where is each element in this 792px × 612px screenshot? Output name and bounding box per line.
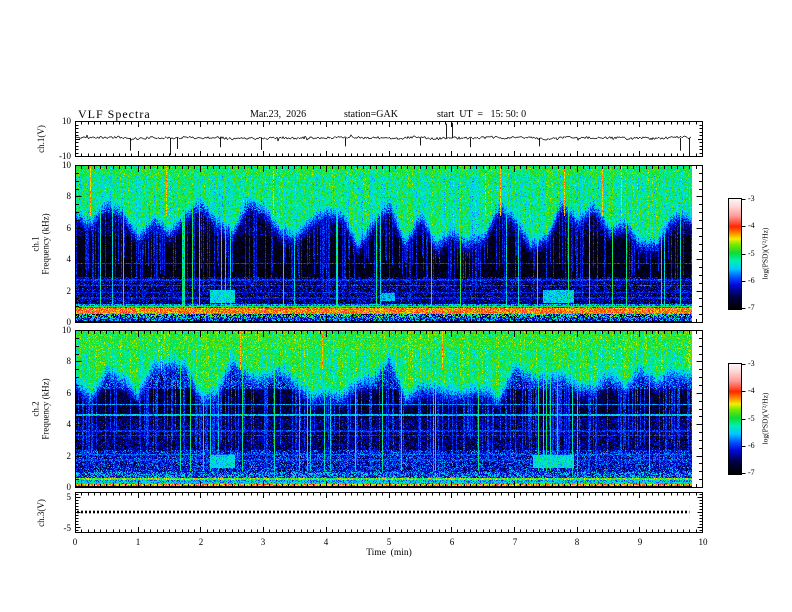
tick-label: 2	[66, 286, 72, 296]
tick-label: 2	[198, 537, 204, 547]
tick-label: 10	[62, 325, 71, 335]
tick-label: 6	[66, 388, 72, 398]
tick-label: 6	[66, 223, 72, 233]
tick-label: 4	[66, 254, 72, 264]
tick-label: 8	[574, 537, 580, 547]
tick-label: 3	[260, 537, 266, 547]
page-title: VLF Spectra	[78, 107, 151, 121]
tick-label: 8	[66, 191, 72, 201]
tick-label: 9	[637, 537, 643, 547]
ch2-colorbar	[728, 363, 747, 475]
tick-label: 5	[386, 537, 392, 547]
tick-label: 10	[62, 160, 71, 170]
colorbar-axis-label: log(PSD)(V²/Hz)	[760, 392, 770, 444]
tick-label: 4	[323, 537, 329, 547]
colorbar-axis-label: log(PSD)(V²/Hz)	[760, 227, 770, 279]
ch1-colorbar	[728, 198, 747, 310]
ch2-spectrogram-panel	[75, 330, 703, 488]
tick-label: 10	[62, 116, 71, 126]
tick-label: 4	[66, 419, 72, 429]
vlf-spectra-figure: VLF Spectra Mar.23, 2026 station=GAK sta…	[0, 0, 792, 612]
ch1-waveform-panel	[75, 121, 703, 157]
tick-label: 1	[135, 537, 141, 547]
tick-label: 2	[66, 451, 72, 461]
title-station: station=GAK	[344, 109, 398, 120]
ch2-freq-axis-label: ch.2 Frequency (kHz)	[31, 378, 52, 440]
tick-label: 5	[66, 492, 72, 502]
tick-label: 10	[698, 537, 708, 547]
title-date: Mar.23, 2026	[250, 109, 307, 120]
time-axis-label: Time (min)	[366, 548, 412, 558]
tick-label: 7	[512, 537, 518, 547]
ch3-waveform-panel	[75, 492, 703, 533]
tick-label: 0	[66, 482, 72, 492]
tick-label: -5	[63, 523, 72, 533]
tick-label: 8	[66, 356, 72, 366]
ch1-freq-axis-label: ch.1 Frequency (kHz)	[31, 213, 52, 275]
tick-label: 6	[449, 537, 455, 547]
title-start-ut: start UT = 15: 50: 0	[437, 109, 527, 120]
ch1-spectrogram-panel	[75, 165, 703, 323]
tick-label: 0	[72, 537, 78, 547]
